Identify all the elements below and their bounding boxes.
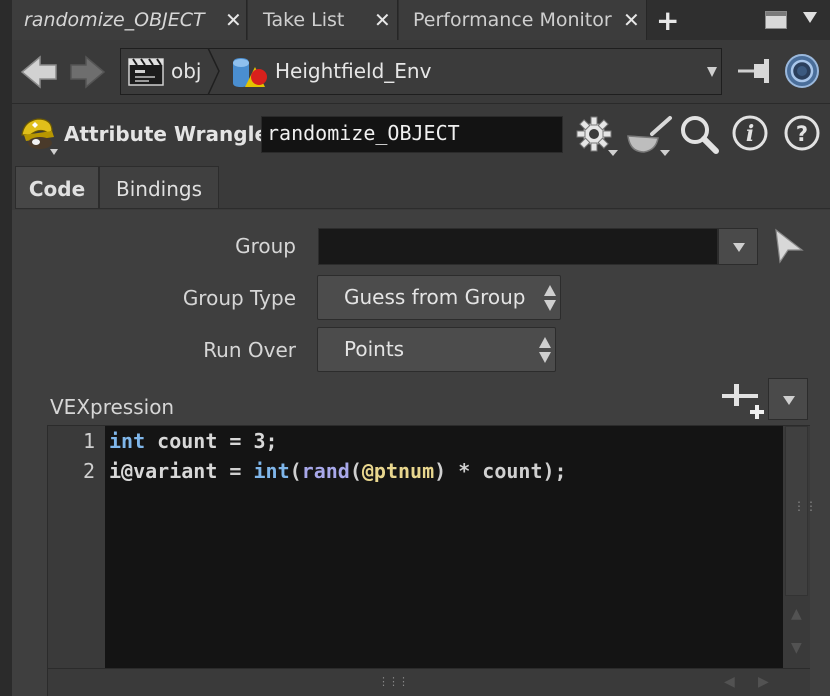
- add-tab-icon[interactable]: +: [656, 4, 679, 37]
- node-name-field[interactable]: randomize_OBJECT: [261, 116, 563, 153]
- code-token-keyword: int: [109, 429, 146, 453]
- close-icon[interactable]: ✕: [374, 8, 391, 32]
- back-arrow-icon[interactable]: [20, 54, 60, 90]
- tab-bindings[interactable]: Bindings: [99, 166, 219, 209]
- tab-label: randomize_OBJECT: [24, 9, 205, 31]
- left-strip: [0, 0, 12, 696]
- vertical-scrollbar[interactable]: ⋮⋮ ▲ ▼: [783, 426, 817, 668]
- chevron-down-icon[interactable]: [707, 67, 717, 77]
- tab-randomize-object[interactable]: randomize_OBJECT ✕: [12, 0, 247, 40]
- close-icon[interactable]: ✕: [225, 8, 242, 32]
- code-token-function: rand: [301, 459, 350, 483]
- parameter-panel: Group Group Type Guess from Group Run Ov…: [12, 210, 830, 696]
- line-number: 1: [82, 429, 95, 453]
- group-dropdown-button[interactable]: [718, 228, 758, 265]
- group-label: Group: [235, 234, 296, 258]
- vex-menu-button[interactable]: [768, 378, 808, 420]
- breadcrumb-separator-icon: [207, 48, 220, 95]
- gear-icon[interactable]: [574, 114, 620, 158]
- code-token-keyword: int: [253, 459, 290, 483]
- path-node-label[interactable]: Heightfield_Env: [275, 59, 431, 83]
- updown-arrows-icon: [539, 337, 551, 365]
- forward-arrow-icon[interactable]: [68, 54, 108, 90]
- run-over-value: Points: [344, 337, 405, 361]
- tab-label: Performance Monitor: [413, 9, 612, 31]
- code-text-area[interactable]: int count = 3; i@variant = int(rand(@ptn…: [105, 426, 783, 668]
- updown-arrows-icon: [544, 285, 556, 313]
- svg-text:?: ?: [796, 122, 808, 146]
- svg-text:i: i: [746, 121, 754, 147]
- node-type-label: Attribute Wrangle: [64, 122, 269, 146]
- tab-take-list[interactable]: Take List ✕: [248, 0, 398, 40]
- wok-icon[interactable]: [624, 114, 674, 158]
- run-over-label: Run Over: [203, 338, 296, 362]
- path-bar: obj Heightfield_Env: [12, 40, 830, 104]
- info-icon[interactable]: i: [730, 114, 770, 154]
- scroll-right-icon[interactable]: ▶: [758, 674, 769, 690]
- group-type-menu[interactable]: Guess from Group: [317, 275, 561, 320]
- vexpression-label: VEXpression: [50, 395, 175, 419]
- path-context-label[interactable]: obj: [171, 59, 202, 83]
- scroll-left-icon[interactable]: ◀: [724, 674, 735, 690]
- scroll-thumb[interactable]: ⋮⋮: [785, 426, 817, 596]
- code-token: (: [349, 459, 362, 483]
- grip-icon: ⋮⋮⋮: [378, 675, 409, 688]
- pane-tab-bar: randomize_OBJECT ✕ Take List ✕ Performan…: [0, 0, 830, 696]
- code-token: count = 3;: [145, 429, 278, 453]
- code-token: =: [217, 459, 254, 483]
- wrangle-icon[interactable]: [18, 113, 62, 157]
- tab-label: Take List: [263, 9, 345, 31]
- pin-icon[interactable]: [736, 56, 776, 86]
- group-type-label: Group Type: [182, 286, 296, 310]
- run-over-menu[interactable]: Points: [317, 327, 556, 372]
- group-type-value: Guess from Group: [344, 285, 526, 309]
- maximize-pane-icon[interactable]: [765, 11, 787, 29]
- code-token: (: [289, 459, 302, 483]
- obj-network-icon: [128, 58, 164, 86]
- tab-performance-monitor[interactable]: Performance Monitor ✕: [399, 0, 647, 40]
- grip-icon: ⋮⋮: [793, 499, 817, 513]
- code-editor[interactable]: 1 2 int count = 3; i@variant = int(rand(…: [47, 425, 817, 696]
- close-icon[interactable]: ✕: [623, 8, 640, 32]
- pane-menu-icon[interactable]: [803, 12, 817, 23]
- horizontal-scrollbar[interactable]: ⋮⋮⋮ ◀ ▶: [48, 668, 810, 696]
- path-breadcrumb[interactable]: obj Heightfield_Env: [120, 48, 722, 95]
- node-header: Attribute Wrangle randomize_OBJECT i ?: [12, 104, 830, 162]
- scroll-up-icon[interactable]: ▲: [791, 606, 802, 622]
- geo-node-icon: [233, 58, 267, 87]
- select-arrow-icon[interactable]: [772, 226, 806, 266]
- presets-icon[interactable]: [720, 380, 766, 420]
- scroll-down-icon[interactable]: ▼: [791, 640, 802, 656]
- group-input[interactable]: [318, 228, 718, 265]
- code-line: int count = 3;: [109, 429, 278, 453]
- help-icon[interactable]: ?: [782, 114, 822, 154]
- code-line: i@variant = int(rand(@ptnum) * count);: [109, 459, 567, 483]
- parameter-tabs: Code Bindings: [12, 162, 830, 210]
- code-token: ) * count);: [434, 459, 567, 483]
- line-number-gutter: 1 2: [48, 426, 105, 668]
- tab-code[interactable]: Code: [15, 166, 99, 209]
- line-number: 2: [82, 459, 95, 483]
- link-icon[interactable]: [784, 53, 820, 89]
- tabs-divider: [15, 208, 830, 209]
- code-token-attribute: @ptnum: [361, 459, 435, 483]
- code-token-attribute: i@variant: [109, 459, 218, 483]
- search-icon[interactable]: [678, 114, 720, 156]
